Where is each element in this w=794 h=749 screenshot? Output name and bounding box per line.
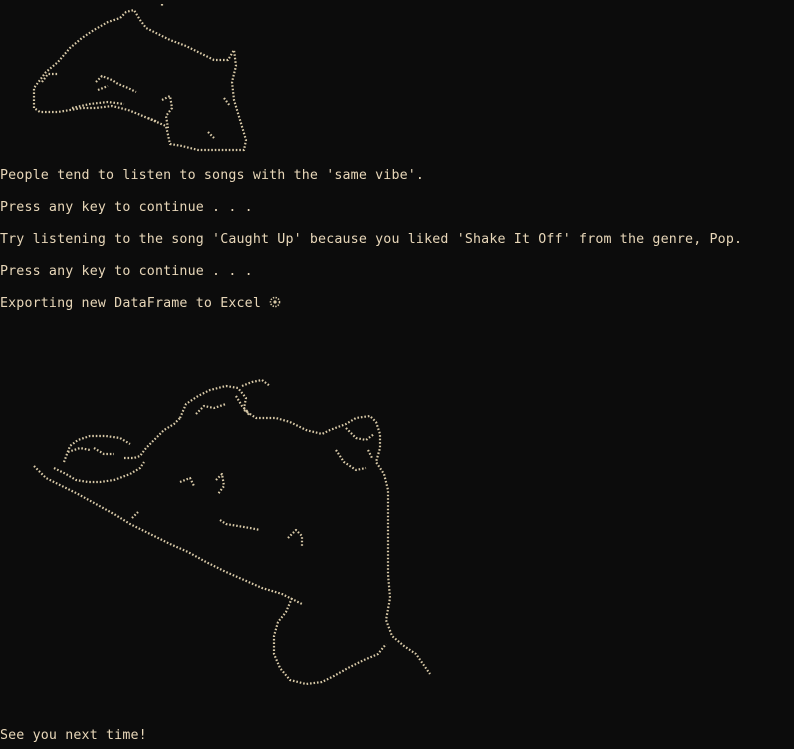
loading-spinner-icon [269,296,281,313]
ascii-art-bottom [33,378,431,686]
message-same-vibe: People tend to listen to songs with the … [0,168,425,183]
ascii-art-top [32,4,248,152]
prompt-continue-1: Press any key to continue . . . [0,200,253,215]
message-goodbye: See you next time! [0,728,147,743]
message-exporting: Exporting new DataFrame to Excel [0,296,281,313]
terminal-window: People tend to listen to songs with the … [0,0,794,749]
prompt-continue-2: Press any key to continue . . . [0,264,253,279]
message-recommendation: Try listening to the song 'Caught Up' be… [0,232,743,247]
exporting-label: Exporting new DataFrame to Excel [0,296,261,311]
